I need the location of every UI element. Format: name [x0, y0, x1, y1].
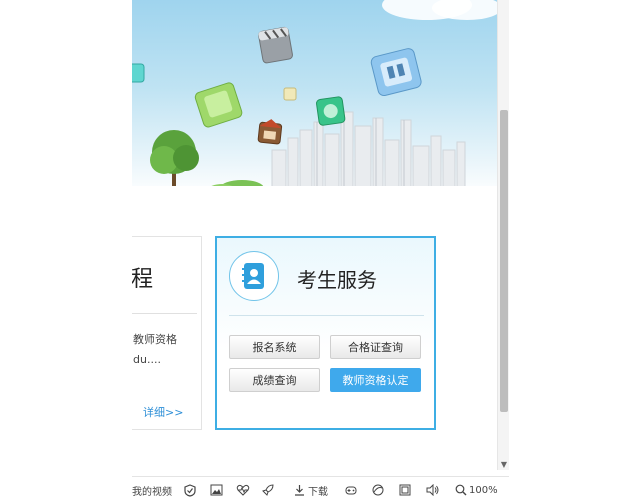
registration-system-button[interactable]: 报名系统 [229, 335, 320, 359]
divider [132, 313, 197, 314]
web-viewport: 程 教师资格 du.... 详细>> 考生服务 报名系统 合格证查询 成绩查询 … [132, 0, 497, 470]
page: 程 教师资格 du.... 详细>> 考生服务 报名系统 合格证查询 成绩查询 … [0, 0, 642, 500]
scrollbar-thumb[interactable] [500, 110, 508, 412]
teacher-qualification-button[interactable]: 教师资格认定 [330, 368, 421, 392]
score-query-button[interactable]: 成绩查询 [229, 368, 320, 392]
divider [229, 315, 424, 316]
certificate-query-button[interactable]: 合格证查询 [330, 335, 421, 359]
hero-banner [132, 0, 497, 196]
details-link[interactable]: 详细>> [143, 404, 183, 420]
image-icon[interactable] [210, 483, 223, 497]
service-card-title: 考生服务 [297, 268, 377, 292]
volume-icon[interactable] [426, 483, 439, 497]
news-card-title: 程 [132, 267, 154, 292]
download-button[interactable]: 下载 [294, 483, 328, 498]
scroll-down-arrow-icon[interactable]: ▼ [498, 458, 510, 470]
heart-pulse-icon[interactable] [236, 483, 250, 497]
news-card-text: du.... [133, 353, 161, 366]
rocket-icon[interactable] [262, 483, 274, 497]
zoom-level: 100% [469, 484, 498, 496]
banner-illustration [132, 26, 497, 196]
zoom-control[interactable]: 100% [455, 483, 498, 497]
game-controller-icon[interactable] [345, 483, 357, 497]
shield-icon[interactable] [184, 483, 196, 497]
my-videos-link[interactable]: 我的视频 [132, 483, 172, 498]
window-icon[interactable] [399, 483, 411, 497]
news-card-text: 教师资格 [133, 333, 177, 346]
banner-ground [132, 186, 497, 196]
zoom-icon [455, 484, 467, 496]
vertical-scrollbar[interactable]: ▼ [497, 0, 509, 470]
contact-book-icon [229, 251, 279, 301]
download-icon [295, 485, 304, 496]
browser-status-bar: 我的视频 下载 100% [132, 476, 509, 500]
download-label: 下载 [308, 486, 328, 498]
news-card: 程 教师资格 du.... 详细>> [132, 236, 202, 430]
browser-icon[interactable] [372, 483, 384, 497]
candidate-service-card: 考生服务 报名系统 合格证查询 成绩查询 教师资格认定 [215, 236, 436, 430]
